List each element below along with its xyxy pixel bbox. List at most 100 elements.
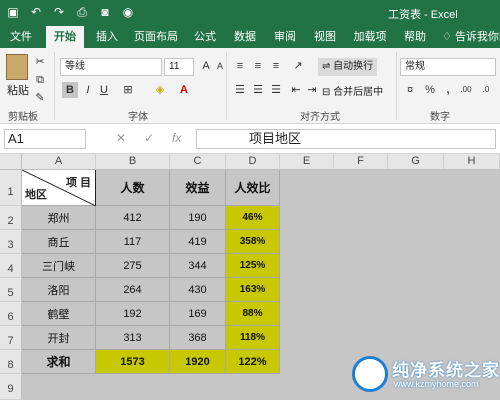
people-cell[interactable]: 264 (96, 278, 170, 302)
screenshot-icon[interactable]: ◉ (121, 5, 135, 19)
increase-indent-icon[interactable]: ⇥ (304, 82, 320, 98)
tab-add-ins[interactable]: 加载项 (348, 26, 392, 48)
tab-insert[interactable]: 插入 (90, 26, 124, 48)
benefit-cell[interactable]: 190 (170, 206, 226, 230)
benefit-cell[interactable]: 344 (170, 254, 226, 278)
region-cell[interactable]: 商丘 (22, 230, 96, 254)
column-header-e[interactable]: E (280, 154, 334, 170)
row-header-8[interactable]: 8 (0, 350, 22, 374)
benefit-cell[interactable]: 368 (170, 326, 226, 350)
font-size-select[interactable]: 11 (164, 58, 194, 76)
save-icon[interactable]: ▣ (6, 5, 20, 19)
ratio-cell[interactable]: 46% (226, 206, 280, 230)
name-box[interactable]: A1 (4, 129, 86, 149)
comma-icon[interactable]: , (440, 82, 456, 98)
format-painter-icon[interactable]: ✎ (32, 90, 48, 106)
select-all-corner[interactable] (0, 154, 22, 170)
redo-icon[interactable]: ↷ (52, 5, 66, 19)
merge-center-button[interactable]: ⊟ 合并后居中 (322, 83, 383, 98)
tab-page-layout[interactable]: 页面布局 (130, 26, 182, 48)
ratio-cell[interactable]: 118% (226, 326, 280, 350)
undo-icon[interactable]: ↶ (29, 5, 43, 19)
tab-file[interactable]: 文件 (4, 26, 38, 48)
decrease-indent-icon[interactable]: ⇤ (288, 82, 304, 98)
column-header-b[interactable]: B (96, 154, 170, 170)
region-cell[interactable]: 郑州 (22, 206, 96, 230)
column-header-f[interactable]: F (334, 154, 388, 170)
align-top-icon[interactable]: ≡ (232, 58, 248, 74)
column-header-g[interactable]: G (388, 154, 444, 170)
region-cell[interactable]: 开封 (22, 326, 96, 350)
print-preview-icon[interactable]: ⎙ (75, 5, 89, 19)
row-header-4[interactable]: 4 (0, 254, 22, 278)
people-cell[interactable]: 313 (96, 326, 170, 350)
people-cell[interactable]: 412 (96, 206, 170, 230)
row-header-5[interactable]: 5 (0, 278, 22, 302)
enter-icon[interactable]: ✓ (144, 131, 154, 145)
tab-formulas[interactable]: 公式 (188, 26, 222, 48)
tell-me-box[interactable]: ♢ 告诉我你想 (442, 26, 500, 48)
row-header-9[interactable]: 9 (0, 374, 22, 400)
number-format-select[interactable]: 常规 (400, 58, 496, 76)
column-header-h[interactable]: H (444, 154, 500, 170)
row-header-2[interactable]: 2 (0, 206, 22, 230)
row-header-1[interactable]: 1 (0, 170, 22, 206)
italic-button[interactable]: I (80, 82, 96, 98)
underline-button[interactable]: U (96, 82, 112, 98)
ratio-cell[interactable]: 125% (226, 254, 280, 278)
people-cell[interactable]: 275 (96, 254, 170, 278)
wrap-text-button[interactable]: ⇌ 自动换行 (318, 58, 378, 76)
column-header-c[interactable]: C (170, 154, 226, 170)
copy-icon[interactable]: ⧉ (32, 72, 48, 88)
row-header-6[interactable]: 6 (0, 302, 22, 326)
people-cell[interactable]: 117 (96, 230, 170, 254)
total-ratio-cell[interactable]: 122% (226, 350, 280, 374)
benefit-cell[interactable]: 169 (170, 302, 226, 326)
benefit-cell[interactable]: 419 (170, 230, 226, 254)
cancel-icon[interactable]: ✕ (116, 131, 126, 145)
fill-color-icon[interactable]: ◈ (152, 82, 168, 98)
align-left-icon[interactable]: ☰ (232, 82, 248, 98)
accounting-icon[interactable]: ¤ (402, 82, 418, 98)
people-cell[interactable]: 192 (96, 302, 170, 326)
region-cell[interactable]: 鹤壁 (22, 302, 96, 326)
row-header-3[interactable]: 3 (0, 230, 22, 254)
paste-icon[interactable] (6, 54, 28, 80)
cut-icon[interactable]: ✂ (32, 54, 48, 70)
header-cell-diagonal[interactable]: 项 目 地区 (22, 170, 96, 206)
ratio-cell[interactable]: 88% (226, 302, 280, 326)
align-center-icon[interactable]: ☰ (250, 82, 266, 98)
decrease-decimal-icon[interactable]: .0 (478, 82, 494, 98)
paste-button[interactable]: 粘贴 (7, 82, 29, 98)
column-title-ratio[interactable]: 人效比 (226, 170, 280, 206)
percent-icon[interactable]: % (422, 82, 438, 98)
function-icon[interactable]: fx (172, 131, 181, 145)
camera-icon[interactable]: ◙ (98, 5, 112, 19)
region-cell[interactable]: 三门峡 (22, 254, 96, 278)
tab-data[interactable]: 数据 (228, 26, 262, 48)
bold-button[interactable]: B (62, 82, 78, 98)
align-middle-icon[interactable]: ≡ (250, 58, 266, 74)
benefit-cell[interactable]: 430 (170, 278, 226, 302)
ratio-cell[interactable]: 163% (226, 278, 280, 302)
orientation-icon[interactable]: ↗ (290, 58, 306, 74)
column-title-benefit[interactable]: 效益 (170, 170, 226, 206)
total-benefit-cell[interactable]: 1920 (170, 350, 226, 374)
total-people-cell[interactable]: 1573 (96, 350, 170, 374)
tab-help[interactable]: 帮助 (398, 26, 432, 48)
align-right-icon[interactable]: ☰ (268, 82, 284, 98)
row-header-7[interactable]: 7 (0, 326, 22, 350)
borders-icon[interactable]: ⊞ (120, 82, 136, 98)
total-label-cell[interactable]: 求和 (22, 350, 96, 374)
tab-view[interactable]: 视图 (308, 26, 342, 48)
column-title-people[interactable]: 人数 (96, 170, 170, 206)
tab-home[interactable]: 开始 (46, 26, 84, 48)
formula-input[interactable]: 项目地区 (196, 129, 496, 149)
column-header-d[interactable]: D (226, 154, 280, 170)
ratio-cell[interactable]: 358% (226, 230, 280, 254)
font-name-select[interactable]: 等线 (60, 58, 162, 76)
tab-review[interactable]: 审阅 (268, 26, 302, 48)
column-header-a[interactable]: A (22, 154, 96, 170)
font-color-icon[interactable]: A (176, 82, 192, 98)
region-cell[interactable]: 洛阳 (22, 278, 96, 302)
